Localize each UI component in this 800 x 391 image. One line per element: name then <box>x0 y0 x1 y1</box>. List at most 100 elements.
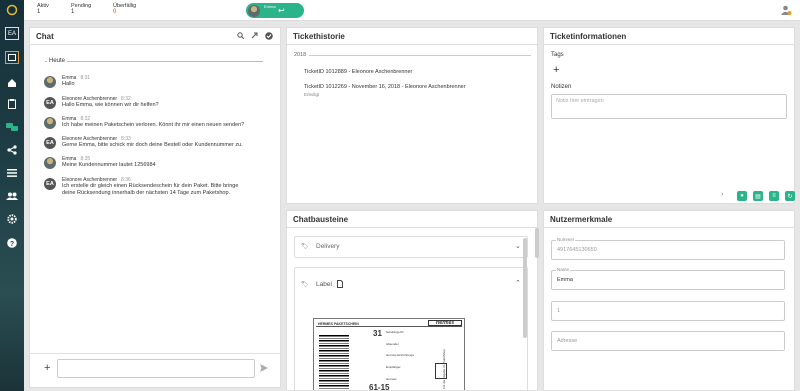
check-circle-icon[interactable] <box>265 32 273 42</box>
window-icon[interactable] <box>5 51 19 64</box>
name-field[interactable]: Name Emma <box>551 267 785 290</box>
panel-title: Nutzermerkmale <box>550 215 613 224</box>
logo-ring-icon[interactable] <box>4 3 20 17</box>
address-field[interactable]: Adresse <box>551 331 785 351</box>
chevron-right-icon[interactable]: › <box>721 191 723 198</box>
history-item-title: TicketID 1012269 - November 16, 2018 - E… <box>304 84 466 90</box>
archive-icon[interactable]: ≡ <box>769 191 779 201</box>
label-small-text: Empfänger <box>386 365 401 369</box>
panel-title: Ticketinformationen <box>550 32 627 41</box>
avatar <box>44 117 56 129</box>
label-header-row: HERMES PAKETSCHEIN Hermes <box>316 320 462 327</box>
chat-message: Eleonore Aschenbrenner 8:33 Gerne Emma, bi… <box>62 136 243 149</box>
scrollbar[interactable] <box>523 238 527 338</box>
message-text: Hallo Emma, wie können wir dir helfen? <box>62 102 159 108</box>
history-item-title: TicketID 1012889 - Eleonore Aschenbrenne… <box>304 69 413 75</box>
notes-input[interactable]: Notiz hier eintragen <box>551 94 787 119</box>
avatar <box>248 4 260 17</box>
send-icon[interactable] <box>260 364 268 374</box>
message-text: Ich erstelle dir gleich einen Rücksendes… <box>62 183 239 189</box>
share-icon[interactable] <box>4 143 20 157</box>
chat-message: Emma 8:35 Meine Kundennummer lautet 125698… <box>62 156 156 169</box>
message-text: Gerne Emma, bitte schick mir doch deine … <box>62 142 243 148</box>
chat-message: Emma 8:31 Hallo <box>62 75 90 88</box>
label-header: HERMES PAKETSCHEIN <box>318 322 359 326</box>
message-text: Ich habe meinen Paketschein verloren. Kö… <box>62 122 245 128</box>
chat-message: Eleonore Aschenbrenner 8:32 Hallo Emma, wi… <box>62 96 159 109</box>
stat-value: 1 <box>71 9 75 15</box>
field-value: Adresse <box>557 338 578 344</box>
avatar: EA <box>44 97 56 109</box>
help-icon[interactable]: ? <box>4 236 20 250</box>
tag-icon: 🏷 <box>301 282 309 288</box>
stat-label: Überfällig <box>113 3 137 9</box>
message-text: Hallo <box>62 81 75 87</box>
chat-header: Chat <box>30 28 280 45</box>
top-bar: Aktiv 1 Pending 1 Überfällig 0 Emma ↩ <box>24 0 800 21</box>
label-small-text: Hermes Einrichtungs <box>386 353 414 357</box>
notes-label: Notizen <box>551 84 572 90</box>
chat-swap-icon[interactable] <box>4 120 20 134</box>
home-icon[interactable] <box>4 76 20 90</box>
refresh-icon[interactable]: ↻ <box>785 191 795 201</box>
agent-badge[interactable]: EA <box>5 27 19 40</box>
stat-value: 0 <box>113 9 117 15</box>
message-time: 8:31 <box>80 75 91 81</box>
avatar <box>44 76 56 88</box>
add-icon[interactable]: + <box>44 362 50 374</box>
composer-divider <box>30 353 280 354</box>
bausteine-header: Chatbausteine <box>287 211 537 228</box>
svg-text:?: ? <box>10 241 14 248</box>
reply-icon: ↩ <box>278 6 285 15</box>
user-header: Nutzermerkmale <box>544 211 794 228</box>
panel-title: Chatbausteine <box>293 215 349 224</box>
label-big-number: 31 <box>373 329 382 338</box>
year-label: 2018 <box>294 52 309 58</box>
label-small-text: Hermes <box>386 377 397 381</box>
field-value: Emma <box>557 277 573 283</box>
label-accordion[interactable]: 🏷 Label ⌃ HERMES PAKETSCHEIN Hermes 31 S… <box>294 238 528 390</box>
field-label: Nummer <box>556 237 576 242</box>
ticket-history-panel: Tickethistorie 2018 TicketID 1012889 - E… <box>286 27 538 204</box>
phone-number-field[interactable]: Nummer 4917645130650 <box>551 237 785 260</box>
active-chat-pill[interactable]: Emma ↩ <box>246 3 304 18</box>
field-value: 4917645130650 <box>557 247 597 253</box>
ticket-info-panel: Ticketinformationen Tags + Notizen Notiz… <box>543 27 795 204</box>
id-card-icon[interactable]: ▤ <box>753 191 763 201</box>
chatbausteine-panel: Chatbausteine 🏷 Delivery ⌄ 🏷 Label ⌃ HER… <box>286 210 538 391</box>
delivery-accordion[interactable]: 🏷 Delivery ⌄ <box>294 236 528 258</box>
message-text: deine Rücksendung innerhalb der nächsten… <box>62 189 231 196</box>
chevron-up-icon: ⌃ <box>515 280 521 287</box>
label-small-text: Absender <box>386 342 399 346</box>
field-value: 1 <box>557 308 561 314</box>
forward-icon[interactable] <box>251 32 258 41</box>
date-divider-label: Heute <box>47 58 68 64</box>
pdf-icon[interactable] <box>337 280 343 290</box>
avatar <box>44 157 56 169</box>
chevron-down-icon: ⌄ <box>515 243 521 250</box>
chat-message: Eleonore Aschenbrenner 8:36 Ich erstelle d… <box>62 177 238 196</box>
user-settings-icon[interactable] <box>781 5 792 18</box>
history-header: Tickethistorie <box>287 28 537 45</box>
stat-value: 1 <box>37 9 41 15</box>
label-small-text: Sendungs-ID <box>386 330 404 334</box>
history-item[interactable]: TicketID 1012269 - November 16, 2018 - E… <box>304 84 466 97</box>
list-icon[interactable] <box>4 166 20 180</box>
panel-title: Tickethistorie <box>293 32 345 41</box>
attribute-field[interactable]: 1 <box>551 301 785 321</box>
users-icon[interactable] <box>4 189 20 203</box>
add-tag-icon[interactable]: + <box>553 64 559 76</box>
stat-pending: Pending 1 <box>71 3 91 15</box>
scrollbar[interactable] <box>535 228 539 258</box>
year-divider <box>309 55 531 56</box>
search-icon[interactable] <box>237 32 245 41</box>
settings-icon[interactable] <box>4 212 20 226</box>
label-side-text: Für die Abgabe im PaketShop <box>442 349 446 389</box>
contact-icon[interactable]: ● <box>737 191 747 201</box>
history-item[interactable]: TicketID 1012889 - Eleonore Aschenbrenne… <box>304 69 412 76</box>
hermes-label-preview: HERMES PAKETSCHEIN Hermes 31 Sendungs-ID… <box>313 318 465 390</box>
clipboard-icon[interactable] <box>4 97 20 111</box>
avatar: EA <box>44 178 56 190</box>
message-input[interactable] <box>57 359 255 378</box>
avatar: EA <box>44 137 56 149</box>
